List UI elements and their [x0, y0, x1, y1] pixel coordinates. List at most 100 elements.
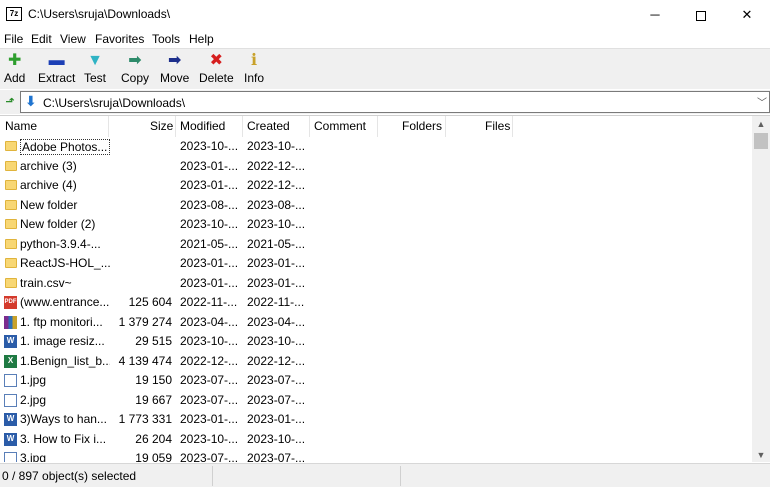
column-header: Name Size Modified Created Comment Folde…	[0, 116, 752, 137]
table-row[interactable]: New folder 2023-08-... 2023-08-...	[0, 196, 752, 216]
rar-archive-icon	[4, 315, 17, 329]
up-folder-icon[interactable]: ⬏	[2, 94, 18, 110]
file-rows: Adobe Photos... 2023-10-... 2023-10-... arc…	[0, 137, 752, 462]
column-separator	[242, 116, 243, 137]
column-files[interactable]: Files	[485, 119, 510, 133]
menu-tools[interactable]: Tools	[152, 32, 180, 46]
file-modified: 2022-11-...	[180, 295, 238, 309]
file-created: 2023-07-...	[247, 373, 306, 387]
copy-button[interactable]: ➡ Copy	[121, 51, 149, 87]
file-list[interactable]: Name Size Modified Created Comment Folde…	[0, 115, 770, 462]
table-row[interactable]: 3.jpg 19 059 2023-07-... 2023-07-...	[0, 449, 752, 462]
add-button[interactable]: ✚ Add	[4, 51, 25, 87]
file-created: 2023-01-...	[247, 256, 306, 270]
table-row[interactable]: archive (3) 2023-01-... 2022-12-...	[0, 157, 752, 177]
down-arrow-icon: ⬇	[25, 93, 37, 109]
delete-x-icon: ✖	[209, 52, 224, 69]
column-size[interactable]: Size	[150, 119, 173, 133]
address-field[interactable]: ⬇ C:\Users\sruja\Downloads\ ﹀	[20, 91, 770, 113]
table-row[interactable]: W 3. How to Fix i... 26 204 2023-10-... 2023…	[0, 430, 752, 450]
column-name[interactable]: Name	[5, 119, 37, 133]
check-arrow-icon: ▼	[87, 52, 103, 69]
image-file-icon	[4, 452, 17, 462]
delete-label: Delete	[199, 71, 234, 85]
file-name: 1.jpg	[20, 373, 47, 387]
table-row[interactable]: W 1. image resiz... 29 515 2023-10-... 2023-…	[0, 332, 752, 352]
file-created: 2021-05-...	[247, 236, 306, 251]
file-created: 2023-10-...	[247, 431, 306, 446]
table-row[interactable]: ReactJS-HOL_... 2023-01-... 2023-01-...	[0, 254, 752, 274]
scroll-up-icon[interactable]: ▲	[752, 116, 770, 132]
menu-file[interactable]: File	[4, 32, 23, 46]
image-file-icon	[4, 374, 17, 387]
table-row[interactable]: train.csv~ 2023-01-... 2023-01-...	[0, 274, 752, 294]
file-modified: 2023-01-...	[180, 256, 239, 270]
chevron-down-icon[interactable]: ﹀	[757, 94, 767, 109]
file-size: 29 515	[135, 334, 172, 348]
column-separator	[377, 116, 378, 137]
menu-bar: File Edit View Favorites Tools Help	[0, 30, 770, 48]
move-arrow-icon: ➡	[167, 52, 182, 69]
file-modified: 2023-07-...	[180, 392, 239, 407]
menu-help[interactable]: Help	[189, 32, 214, 46]
file-created: 2023-10-...	[247, 217, 306, 231]
extract-button[interactable]: ▬ Extract	[38, 51, 75, 87]
minus-icon: ▬	[48, 52, 65, 69]
maximize-button[interactable]	[678, 0, 724, 30]
table-row[interactable]: 2.jpg 19 667 2023-07-... 2023-07-...	[0, 391, 752, 411]
scroll-down-icon[interactable]: ▼	[752, 447, 770, 462]
table-row[interactable]: 1.jpg 19 150 2023-07-... 2023-07-...	[0, 371, 752, 391]
file-size: 19 150	[135, 373, 172, 387]
move-button[interactable]: ➡ Move	[160, 51, 189, 87]
7zip-app-icon: 7z	[6, 7, 22, 21]
close-button[interactable]: ✕	[724, 0, 770, 30]
table-row[interactable]: Adobe Photos... 2023-10-... 2023-10-...	[0, 137, 752, 157]
pdf-file-icon: PDF	[4, 296, 17, 309]
table-row[interactable]: W 3)Ways to han... 1 773 331 2023-01-... 202…	[0, 410, 752, 430]
table-row[interactable]: PDF (www.entrance... 125 604 2022-11-... 202…	[0, 293, 752, 313]
file-name: New folder (2)	[20, 217, 96, 231]
table-row[interactable]: python-3.9.4-... 2021-05-... 2021-05-...	[0, 235, 752, 255]
delete-button[interactable]: ✖ Delete	[199, 51, 234, 87]
folder-icon	[5, 219, 17, 229]
window-title: C:\Users\sruja\Downloads\	[28, 7, 171, 21]
menu-view[interactable]: View	[60, 32, 86, 46]
menu-edit[interactable]: Edit	[31, 32, 52, 46]
column-separator	[309, 116, 310, 137]
column-folders[interactable]: Folders	[402, 119, 442, 133]
minimize-button[interactable]: ─	[632, 0, 678, 30]
folder-icon	[5, 277, 17, 288]
column-separator	[512, 116, 513, 137]
file-created: 2023-10-...	[247, 334, 306, 348]
file-modified: 2023-07-...	[180, 373, 239, 387]
table-row[interactable]: X 1.Benign_list_b... 4 139 474 2022-12-... 2…	[0, 352, 752, 372]
file-name: 3.jpg	[20, 451, 47, 462]
table-row[interactable]: archive (4) 2023-01-... 2022-12-...	[0, 176, 752, 196]
file-modified: 2021-05-...	[180, 236, 239, 251]
column-modified[interactable]: Modified	[180, 119, 225, 133]
column-separator	[175, 116, 176, 137]
title-bar: 7z C:\Users\sruja\Downloads\ ─ ✕	[0, 0, 770, 30]
file-size: 1 773 331	[118, 412, 172, 426]
vertical-scrollbar[interactable]: ▲ ▼	[752, 116, 770, 462]
status-separator	[212, 466, 213, 486]
file-created: 2023-01-...	[247, 412, 306, 426]
table-row[interactable]: New folder (2) 2023-10-... 2023-10-...	[0, 215, 752, 235]
word-document-icon: W	[4, 335, 17, 348]
test-button[interactable]: ▼ Test	[84, 51, 106, 87]
file-name: New folder	[20, 197, 78, 212]
info-icon: ℹ	[250, 52, 258, 69]
menu-favorites[interactable]: Favorites	[95, 32, 144, 46]
address-path: C:\Users\sruja\Downloads\	[43, 96, 186, 110]
info-button[interactable]: ℹ Info	[244, 51, 264, 87]
scroll-thumb[interactable]	[754, 133, 768, 149]
file-created: 2022-12-...	[247, 158, 306, 173]
table-row[interactable]: 1. ftp monitori... 1 379 274 2023-04-... 20…	[0, 313, 752, 333]
file-modified: 2023-10-...	[180, 217, 239, 231]
selection-status: 0 / 897 object(s) selected	[2, 469, 137, 483]
column-comment[interactable]: Comment	[314, 119, 366, 133]
status-separator	[400, 466, 401, 486]
file-modified: 2023-01-...	[180, 158, 239, 173]
column-created[interactable]: Created	[247, 119, 290, 133]
file-modified: 2022-12-...	[180, 353, 239, 368]
